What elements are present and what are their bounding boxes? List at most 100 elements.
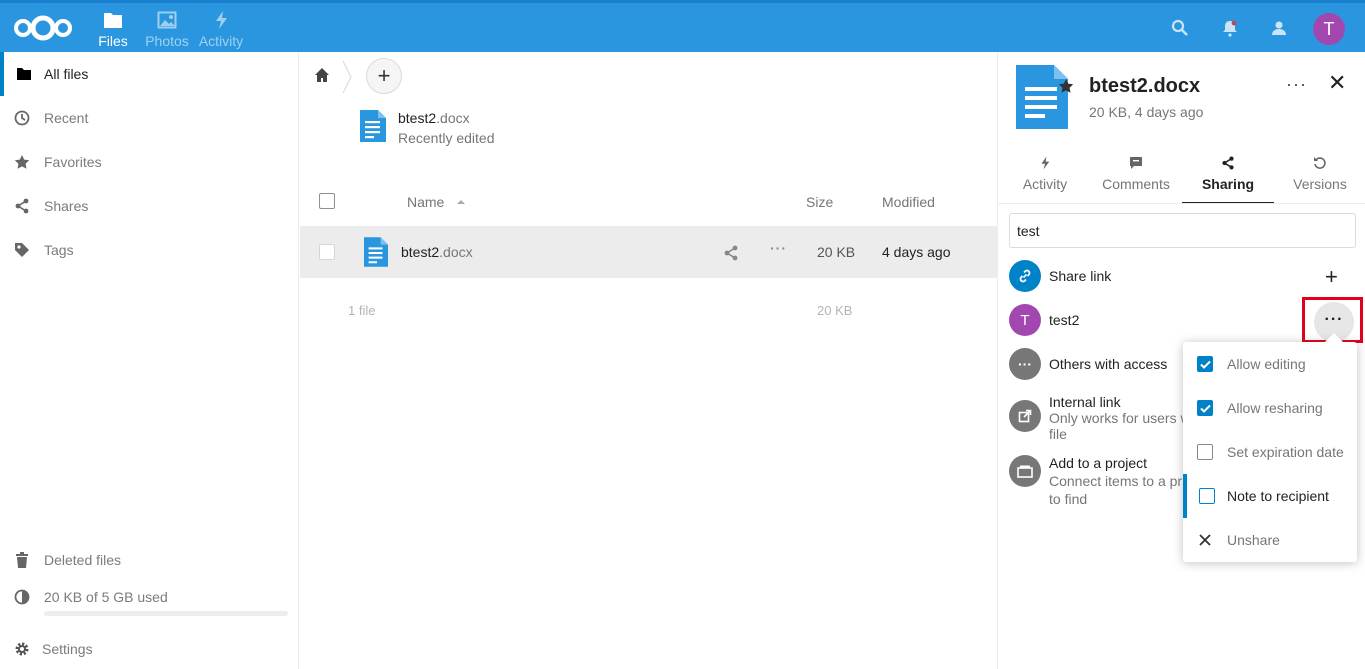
sharee-name: test2 <box>1049 312 1080 328</box>
contacts-icon[interactable] <box>1270 19 1288 37</box>
tab-label: Comments <box>1102 176 1170 192</box>
sidebar-item-recent[interactable]: Recent <box>0 96 299 140</box>
breadcrumb-separator <box>342 60 352 94</box>
app-activity[interactable]: Activity <box>193 7 249 53</box>
document-icon <box>360 110 386 142</box>
checkbox-unchecked[interactable] <box>1197 444 1213 460</box>
sidebar-item-label: Favorites <box>44 154 102 170</box>
home-icon[interactable] <box>314 67 330 83</box>
close-icon <box>1183 534 1227 546</box>
sidebar-item-label: Tags <box>44 242 74 258</box>
link-icon <box>1009 260 1041 292</box>
comment-icon <box>1093 156 1179 176</box>
project-desc-1: Connect items to a pr <box>1049 473 1183 489</box>
project-icon <box>1009 455 1041 487</box>
folder-icon <box>4 68 44 80</box>
name-column-label: Name <box>407 194 445 210</box>
gear-icon <box>0 641 44 657</box>
share-icon[interactable] <box>723 245 739 261</box>
new-file-button[interactable]: + <box>366 58 402 94</box>
sidebar-item-tags[interactable]: Tags <box>0 228 299 272</box>
sidebar-item-label: Deleted files <box>44 552 122 568</box>
close-icon[interactable]: ✕ <box>1328 70 1346 96</box>
checkbox-checked[interactable] <box>1197 356 1213 372</box>
sidebar-item-shares[interactable]: Shares <box>0 184 299 228</box>
app-activity-label: Activity <box>198 33 244 49</box>
sidebar-item-favorites[interactable]: Favorites <box>0 140 299 184</box>
menu-item-set-expiration-date[interactable]: Set expiration date <box>1183 430 1357 474</box>
row-checkbox[interactable] <box>319 244 335 260</box>
sidebar-item-label: Shares <box>44 198 89 214</box>
top-header: Files Photos Activity T <box>0 0 1365 58</box>
details-sidebar: btest2.docx 20 KB, 4 days ago ··· ✕ Acti… <box>997 52 1365 669</box>
table-row[interactable]: btest2.docx ··· 20 KB 4 days ago <box>300 226 997 278</box>
file-count-summary: 1 file <box>348 303 376 318</box>
size-column-header[interactable]: Size <box>806 194 833 210</box>
pie-chart-icon <box>0 589 44 605</box>
recent-file-subtitle: Recently edited <box>398 130 495 146</box>
document-icon <box>1016 65 1068 129</box>
internal-link-row[interactable]: Internal link Only works for users w fil… <box>1009 394 1191 442</box>
share-icon <box>0 198 44 214</box>
tab-sharing[interactable]: Sharing <box>1182 156 1274 204</box>
menu-item-note-to-recipient[interactable]: Note to recipient <box>1183 474 1357 518</box>
file-name[interactable]: btest2.docx <box>401 244 473 260</box>
checkbox-unchecked[interactable] <box>1199 488 1215 504</box>
app-files[interactable]: Files <box>85 7 141 58</box>
sort-ascending-icon <box>457 200 466 204</box>
checkbox-checked[interactable] <box>1197 400 1213 416</box>
recent-file-item[interactable]: btest2.docx Recently edited <box>360 110 495 146</box>
favorite-star-icon[interactable] <box>1058 78 1074 94</box>
add-share-link-button[interactable]: + <box>1325 264 1338 290</box>
select-all-checkbox[interactable] <box>319 193 335 209</box>
file-name-ext: .docx <box>439 244 473 260</box>
app-photos-label: Photos <box>145 33 189 49</box>
history-icon <box>1277 156 1363 176</box>
tab-versions[interactable]: Versions <box>1277 156 1363 204</box>
name-column-header[interactable]: Name <box>407 194 466 210</box>
add-to-project-row[interactable]: Add to a project Connect items to a pr t… <box>1009 455 1182 507</box>
menu-item-allow-editing[interactable]: Allow editing <box>1183 342 1357 386</box>
share-link-row[interactable]: Share link <box>1009 260 1111 292</box>
total-size-summary: 20 KB <box>817 303 853 318</box>
share-link-label: Share link <box>1049 268 1112 284</box>
tab-comments[interactable]: Comments <box>1093 156 1179 204</box>
nextcloud-logo[interactable] <box>12 13 74 43</box>
others-with-access-row[interactable]: ··· Others with access <box>1009 348 1167 380</box>
app-photos[interactable]: Photos <box>139 7 195 53</box>
sidebar-item-settings[interactable]: Settings <box>0 627 299 669</box>
user-avatar[interactable]: T <box>1313 13 1345 45</box>
share-search-input[interactable] <box>1009 213 1356 248</box>
quota-label: 20 KB of 5 GB used <box>44 589 168 605</box>
star-icon <box>0 154 44 170</box>
menu-item-label: Set expiration date <box>1227 444 1344 460</box>
details-more-icon[interactable]: ··· <box>1286 74 1307 95</box>
menu-item-label: Allow resharing <box>1227 400 1323 416</box>
sidebar-item-label: Recent <box>44 110 89 126</box>
menu-item-label: Allow editing <box>1227 356 1306 372</box>
modified-column-header[interactable]: Modified <box>882 194 935 210</box>
menu-item-unshare[interactable]: Unshare <box>1183 518 1357 562</box>
notifications-bell-icon[interactable] <box>1221 19 1239 37</box>
menu-item-allow-resharing[interactable]: Allow resharing <box>1183 386 1357 430</box>
share-icon <box>1182 156 1274 176</box>
clock-icon <box>0 110 44 126</box>
external-link-icon <box>1009 400 1041 432</box>
tab-label: Sharing <box>1201 176 1255 192</box>
search-icon[interactable] <box>1171 19 1189 37</box>
more-icon: ··· <box>1009 348 1041 380</box>
details-file-subtitle: 20 KB, 4 days ago <box>1089 104 1204 120</box>
sharee-avatar: T <box>1009 304 1041 336</box>
tab-label: Activity <box>1022 176 1068 192</box>
file-size: 20 KB <box>817 244 856 260</box>
menu-item-label: Note to recipient <box>1227 488 1329 504</box>
trash-icon <box>0 552 44 568</box>
menu-item-label: Unshare <box>1227 532 1280 548</box>
project-desc-2: to find <box>1049 491 1088 507</box>
sidebar-item-all-files[interactable]: All files <box>0 52 299 96</box>
tab-activity[interactable]: Activity <box>1002 156 1088 204</box>
sharee-row: T test2 <box>1009 304 1079 336</box>
lightning-icon <box>193 11 249 33</box>
row-more-actions-icon[interactable]: ··· <box>770 240 787 256</box>
image-icon <box>139 11 195 33</box>
